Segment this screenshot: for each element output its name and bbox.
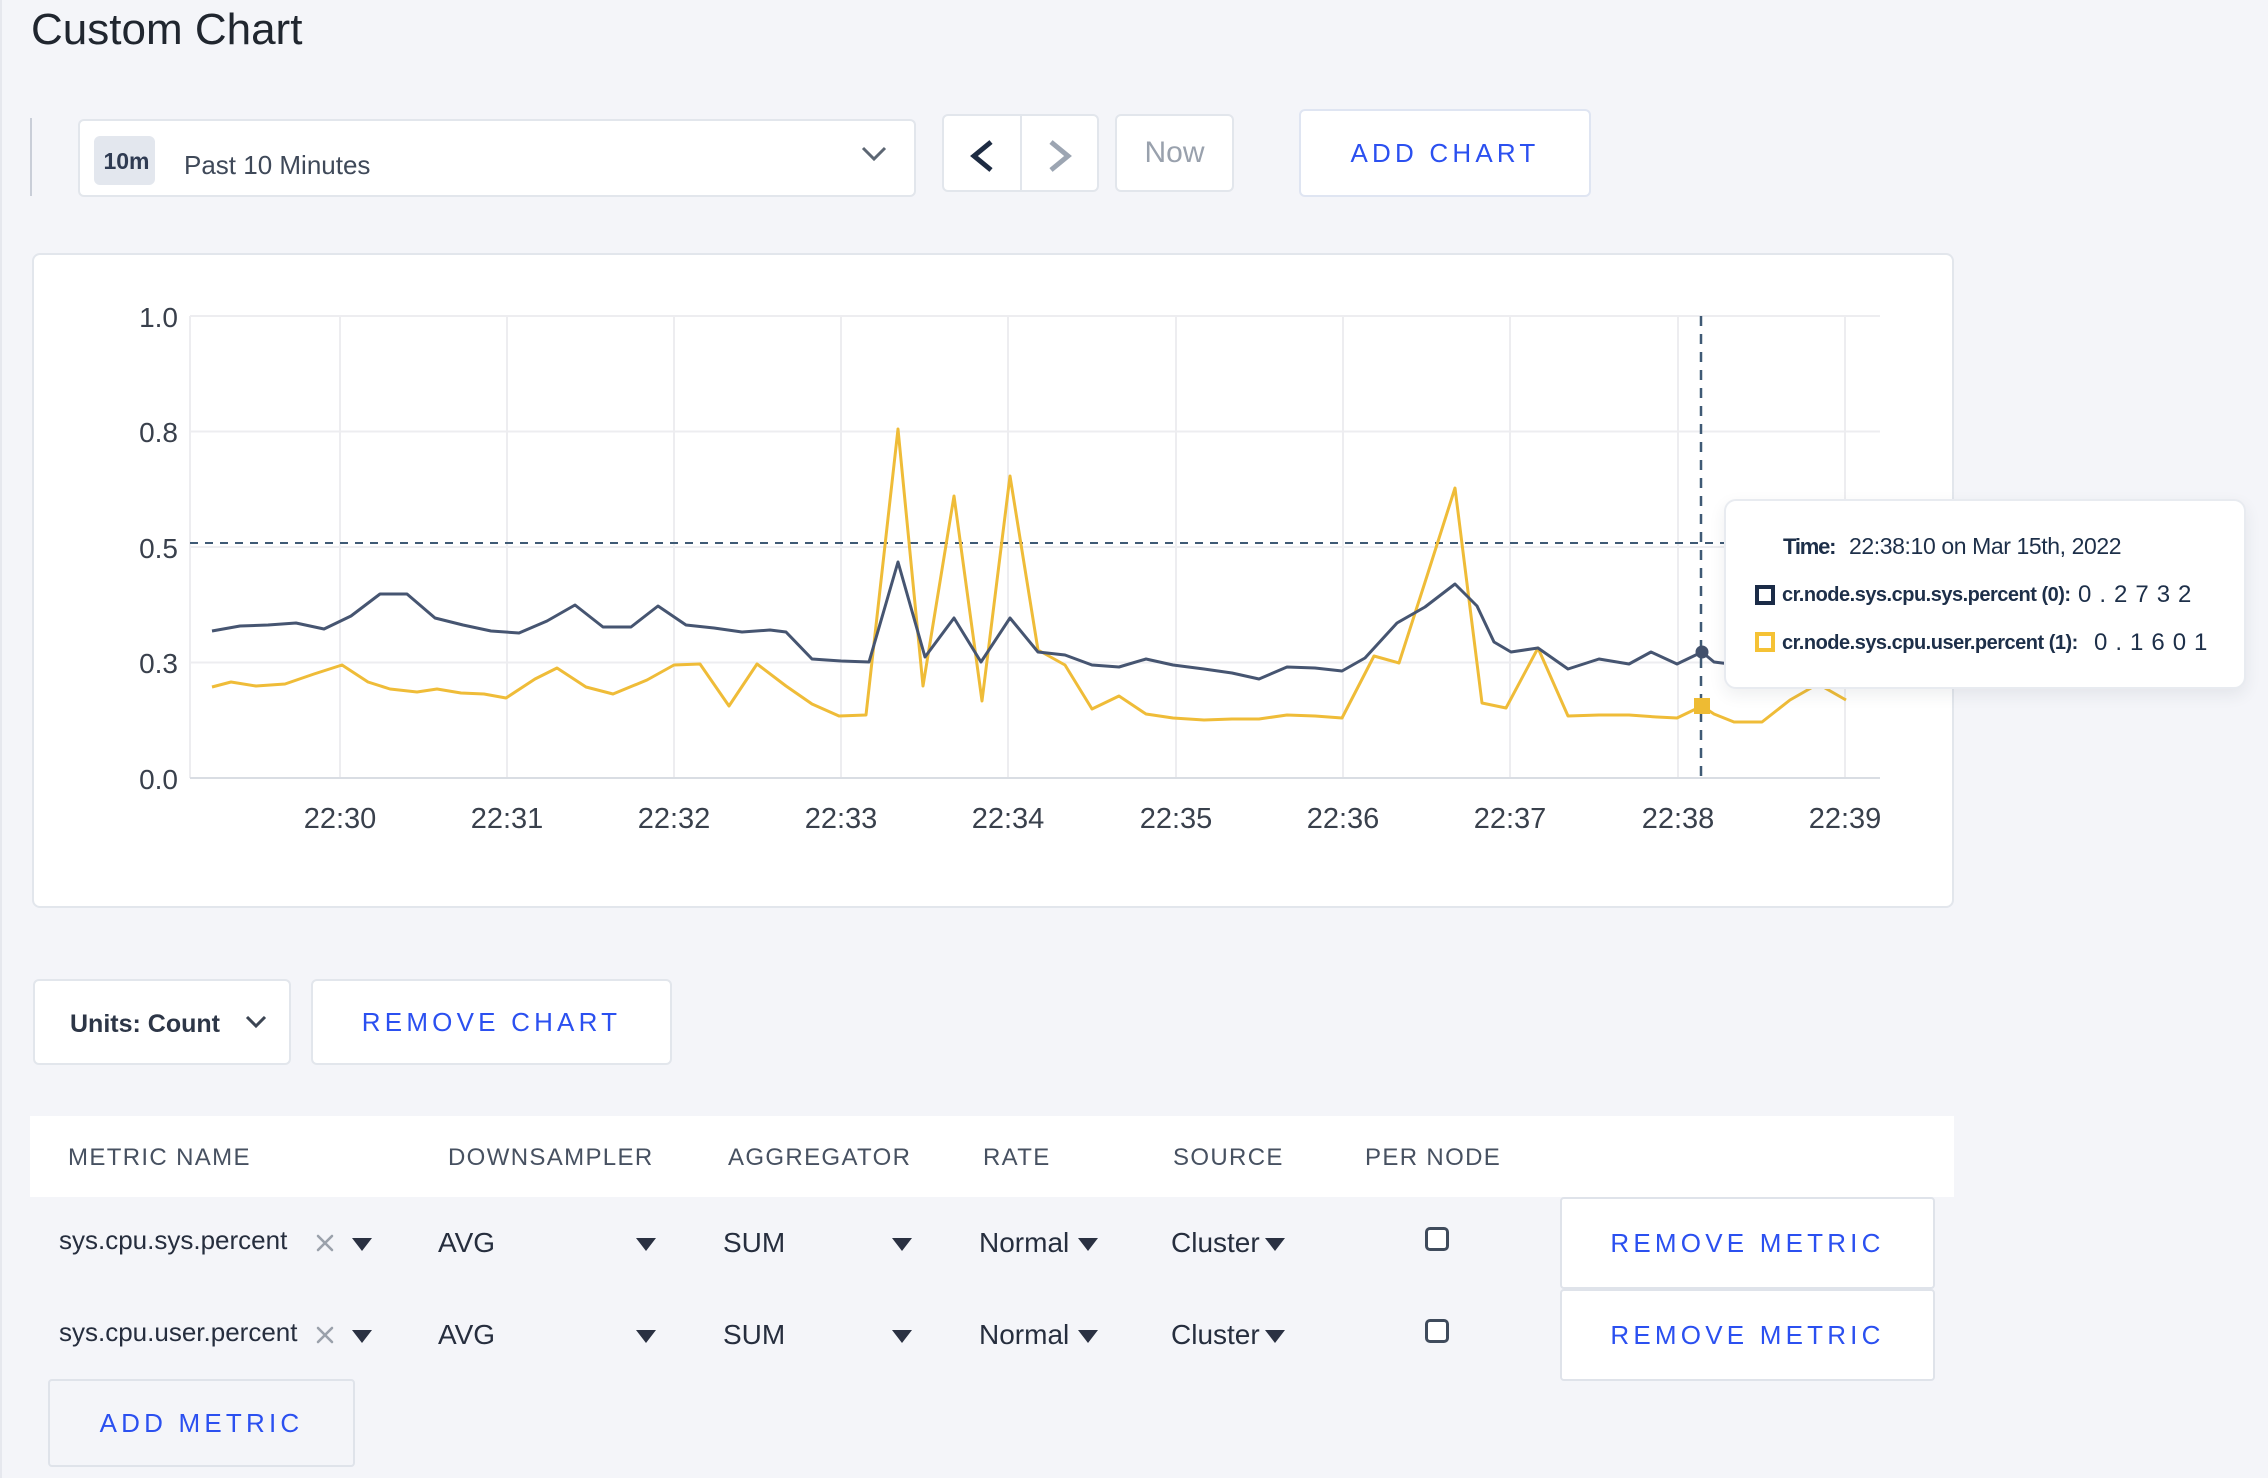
svg-text:0.8: 0.8 xyxy=(139,417,178,448)
svg-text:22:30: 22:30 xyxy=(304,803,377,835)
svg-text:22:34: 22:34 xyxy=(972,803,1045,835)
svg-text:22:36: 22:36 xyxy=(1307,803,1380,835)
svg-text:22:33: 22:33 xyxy=(805,803,878,835)
svg-text:22:39: 22:39 xyxy=(1809,803,1882,835)
svg-text:22:37: 22:37 xyxy=(1474,803,1547,835)
svg-text:22:32: 22:32 xyxy=(638,803,711,835)
svg-text:0.3: 0.3 xyxy=(139,648,178,679)
svg-text:22:38: 22:38 xyxy=(1642,803,1715,835)
svg-text:22:35: 22:35 xyxy=(1140,803,1213,835)
svg-text:0.5: 0.5 xyxy=(139,533,178,564)
svg-text:0.0: 0.0 xyxy=(139,764,178,795)
svg-text:22:31: 22:31 xyxy=(471,803,544,835)
svg-text:1.0: 1.0 xyxy=(139,302,178,333)
